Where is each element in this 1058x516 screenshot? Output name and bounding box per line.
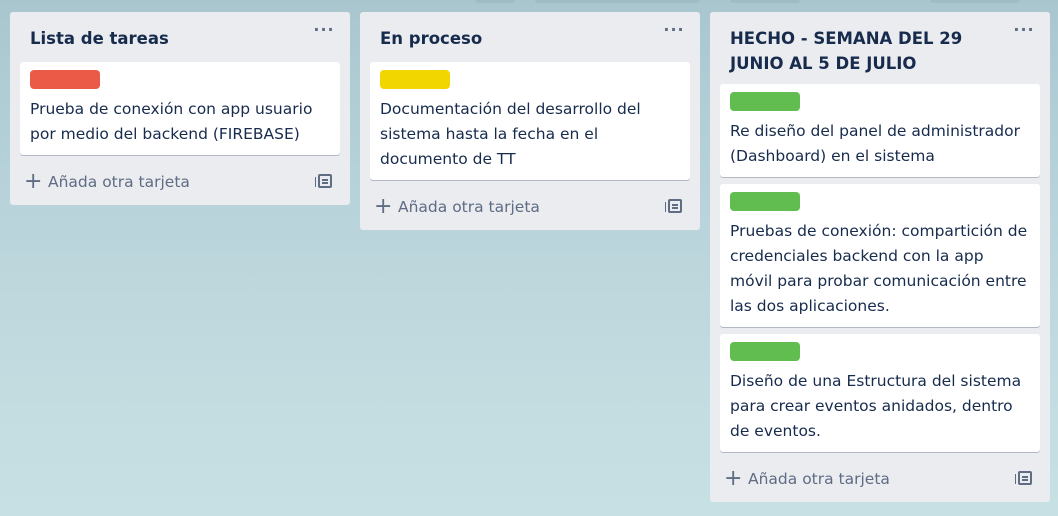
- top-list-edge: [475, 0, 515, 3]
- add-card-button[interactable]: + Añada otra tarjeta: [370, 192, 690, 222]
- list-header[interactable]: En proceso ···: [370, 12, 690, 54]
- list-title[interactable]: En proceso: [380, 26, 646, 51]
- card[interactable]: Re diseño del panel de administrador (Da…: [720, 84, 1040, 177]
- card-label[interactable]: [30, 70, 100, 89]
- list-header[interactable]: HECHO - SEMANA DEL 29 JUNIO AL 5 DE JULI…: [720, 12, 1040, 76]
- list-en-proceso: En proceso ··· Documentación del desarro…: [360, 12, 700, 230]
- list-lista-de-tareas: Lista de tareas ··· Prueba de conexión c…: [10, 12, 350, 205]
- card-title: Prueba de conexión con app usuario por m…: [30, 100, 313, 143]
- card-list: Prueba de conexión con app usuario por m…: [20, 62, 340, 155]
- more-horizontal-icon[interactable]: ···: [312, 22, 336, 46]
- add-card-button[interactable]: + Añada otra tarjeta: [720, 464, 1040, 494]
- card[interactable]: Pruebas de conexión: compartición de cre…: [720, 184, 1040, 327]
- card-template-icon[interactable]: [1015, 471, 1032, 485]
- card-label[interactable]: [730, 192, 800, 211]
- add-card-label: Añada otra tarjeta: [398, 198, 540, 216]
- top-list-edge: [930, 0, 1020, 3]
- add-card-label: Añada otra tarjeta: [748, 470, 890, 488]
- card[interactable]: Documentación del desarrollo del sistema…: [370, 62, 690, 180]
- card-template-icon[interactable]: [315, 174, 332, 188]
- top-list-edge: [535, 0, 700, 3]
- card-title: Documentación del desarrollo del sistema…: [380, 100, 641, 168]
- top-list-edge: [730, 0, 800, 3]
- add-card-label: Añada otra tarjeta: [48, 173, 190, 191]
- list-title[interactable]: Lista de tareas: [30, 26, 296, 51]
- list-hecho: HECHO - SEMANA DEL 29 JUNIO AL 5 DE JULI…: [710, 12, 1050, 502]
- card[interactable]: Prueba de conexión con app usuario por m…: [20, 62, 340, 155]
- card-list: Documentación del desarrollo del sistema…: [370, 62, 690, 180]
- more-horizontal-icon[interactable]: ···: [662, 22, 686, 46]
- card-label[interactable]: [730, 342, 800, 361]
- more-horizontal-icon[interactable]: ···: [1012, 22, 1036, 46]
- card-title: Pruebas de conexión: compartición de cre…: [730, 222, 1028, 315]
- card-list: Re diseño del panel de administrador (Da…: [720, 84, 1040, 452]
- card-label[interactable]: [730, 92, 800, 111]
- list-header[interactable]: Lista de tareas ···: [20, 12, 340, 54]
- list-title[interactable]: HECHO - SEMANA DEL 29 JUNIO AL 5 DE JULI…: [730, 26, 996, 76]
- card[interactable]: Diseño de una Estructura del sistema par…: [720, 334, 1040, 452]
- card-title: Diseño de una Estructura del sistema par…: [730, 372, 1022, 440]
- plus-icon: +: [374, 194, 393, 219]
- card-label[interactable]: [380, 70, 450, 89]
- add-card-button[interactable]: + Añada otra tarjeta: [20, 167, 340, 197]
- card-template-icon[interactable]: [665, 199, 682, 213]
- plus-icon: +: [724, 466, 743, 491]
- plus-icon: +: [24, 169, 43, 194]
- card-title: Re diseño del panel de administrador (Da…: [730, 122, 1020, 165]
